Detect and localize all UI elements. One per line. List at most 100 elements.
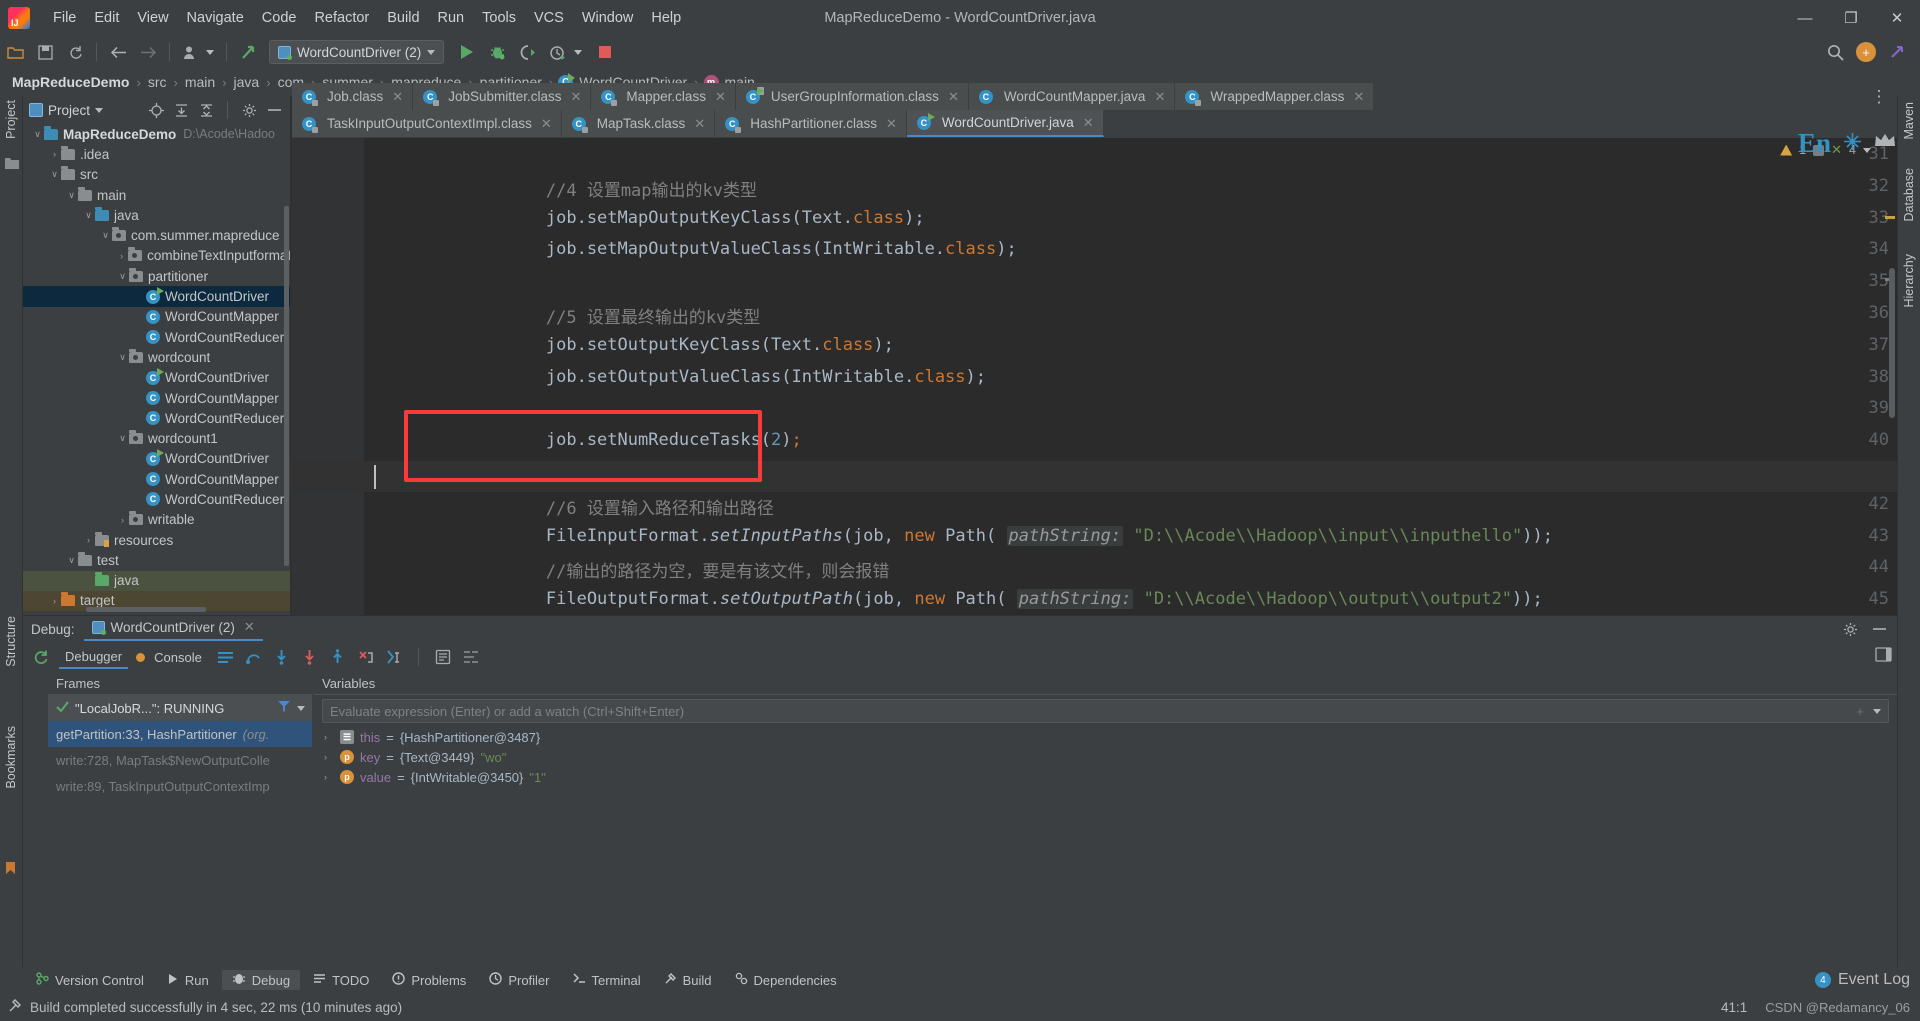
step-into-icon[interactable] — [272, 647, 292, 667]
menu-view[interactable]: View — [128, 7, 177, 29]
menu-navigate[interactable]: Navigate — [178, 7, 253, 29]
editor-tab-maptask-class[interactable]: C MapTask.class ✕ — [561, 110, 716, 137]
menu-refactor[interactable]: Refactor — [305, 7, 378, 29]
evaluate-icon[interactable] — [433, 647, 453, 667]
expand-arrow-icon[interactable]: ∨ — [116, 433, 129, 444]
code-line[interactable]: //4 设置map输出的kv类型 — [464, 176, 757, 201]
menu-file[interactable]: File — [44, 7, 85, 29]
editor-tab-mapper-class[interactable]: C Mapper.class ✕ — [591, 83, 736, 110]
force-step-into-icon[interactable] — [300, 647, 320, 667]
rail-bookmark-icon[interactable] — [5, 861, 19, 875]
tree-item-wordcountreducer[interactable]: C WordCountReducer — [23, 489, 290, 509]
breadcrumb-item-1[interactable]: src — [146, 74, 169, 90]
tree-item-java[interactable]: java — [23, 570, 290, 591]
open-folder-icon[interactable] — [2, 39, 28, 65]
code-line[interactable]: //5 设置最终输出的kv类型 — [464, 303, 760, 328]
editor-tab-jobsubmitter-class[interactable]: C JobSubmitter.class ✕ — [413, 83, 592, 110]
back-arrow-icon[interactable] — [105, 39, 131, 65]
run-button[interactable] — [454, 39, 480, 65]
step-over-icon[interactable] — [244, 647, 264, 667]
gear-icon[interactable] — [1840, 619, 1860, 639]
frame-row[interactable]: write:89, TaskInputOutputContextImp — [48, 773, 312, 799]
crown-icon[interactable] — [1874, 132, 1896, 155]
tree-item-test[interactable]: ∨ test — [23, 550, 290, 570]
coverage-button[interactable] — [514, 39, 540, 65]
run-to-cursor-icon[interactable] — [384, 647, 404, 667]
expand-arrow-icon[interactable]: › — [48, 149, 61, 159]
profiler-button[interactable] — [544, 39, 570, 65]
menu-help[interactable]: Help — [642, 7, 690, 29]
rail-maven-label[interactable]: Maven — [1902, 102, 1916, 140]
expand-arrow-icon[interactable]: ∨ — [48, 169, 61, 180]
profile-dropdown-icon[interactable] — [206, 49, 214, 55]
expand-arrow-icon[interactable]: ∨ — [65, 190, 78, 201]
editor-tab-wrappedmapper-class[interactable]: C WrappedMapper.class ✕ — [1175, 83, 1375, 110]
editor-tab-taskinputoutputcontextimpl-class[interactable]: C TaskInputOutputContextImpl.class ✕ — [292, 110, 562, 137]
variable-row[interactable]: › p key = {Text@3449} "wo" — [314, 747, 1897, 767]
tree-item-wordcountmapper[interactable]: C WordCountMapper — [23, 469, 290, 489]
profiler-dropdown-icon[interactable] — [574, 49, 583, 55]
project-tree[interactable]: ∨ MapReduceDemo D:\Acode\Hadoo › .idea ∨ src ∨ m… — [23, 124, 290, 615]
input-language-badge[interactable]: En — [1798, 128, 1831, 159]
rail-hierarchy-label[interactable]: Hierarchy — [1902, 254, 1916, 308]
variables-body[interactable]: Evaluate expression (Enter) or add a wat… — [314, 694, 1897, 790]
minimize-button[interactable]: — — [1782, 0, 1828, 36]
expand-all-icon[interactable] — [171, 100, 191, 120]
chevron-down-icon[interactable] — [297, 705, 305, 711]
editor-scrollbar[interactable] — [1889, 268, 1895, 418]
frames-body[interactable]: "LocalJobR...": RUNNING getPartition:33,… — [48, 694, 312, 794]
tree-item-writable[interactable]: › writable — [23, 510, 290, 530]
toolwindow-build[interactable]: Build — [654, 970, 722, 990]
toolwindow-terminal[interactable]: Terminal — [563, 970, 651, 990]
close-icon[interactable]: ✕ — [541, 116, 552, 132]
toolwindow-version-control[interactable]: Version Control — [26, 970, 154, 990]
toolwindow-profiler[interactable]: Profiler — [479, 970, 559, 990]
close-icon[interactable]: ✕ — [1154, 89, 1165, 105]
save-icon[interactable] — [32, 39, 58, 65]
editor-tab-usergroupinformation-class[interactable]: C UserGroupInformation.class ✕ — [735, 83, 969, 110]
variable-row[interactable]: › ☰ this = {HashPartitioner@3487} — [314, 727, 1897, 747]
code-editor[interactable]: 313233343536373839404142434445 //4 设置map… — [292, 138, 1897, 615]
expand-arrow-icon[interactable]: ∨ — [116, 271, 129, 282]
toolwindow-run[interactable]: Run — [157, 971, 219, 990]
layout-settings-icon[interactable] — [461, 647, 481, 667]
code-line[interactable]: job.setOutputKeyClass(Text.class); — [464, 335, 894, 355]
tree-item-java[interactable]: ∨ java — [23, 205, 290, 225]
notifications-icon[interactable]: + — [1856, 42, 1876, 62]
expand-arrow-icon[interactable]: › — [324, 732, 334, 742]
add-icon[interactable]: + — [1856, 704, 1864, 719]
gear-icon[interactable] — [239, 100, 259, 120]
collapse-all-icon[interactable] — [196, 100, 216, 120]
editor-tab-job-class[interactable]: C Job.class ✕ — [292, 83, 414, 110]
expand-arrow-icon[interactable]: ∨ — [31, 129, 44, 140]
close-button[interactable]: ✕ — [1874, 0, 1920, 36]
close-icon[interactable]: ✕ — [1083, 115, 1094, 131]
expand-arrow-icon[interactable]: › — [324, 752, 334, 762]
tree-item-main[interactable]: ∨ main — [23, 185, 290, 205]
update-icon[interactable] — [235, 39, 261, 65]
close-icon[interactable]: ✕ — [715, 89, 726, 105]
caret-position[interactable]: 41:1 — [1721, 1000, 1747, 1015]
tree-item-com-summer-mapreduce[interactable]: ∨ com.summer.mapreduce — [23, 225, 290, 245]
editor-tab-hashpartitioner-class[interactable]: C HashPartitioner.class ✕ — [715, 110, 907, 137]
editor-tab-wordcountdriver-java[interactable]: C WordCountDriver.java ✕ — [906, 110, 1104, 137]
close-icon[interactable]: ✕ — [244, 619, 255, 635]
tree-item-wordcountdriver[interactable]: C WordCountDriver — [23, 286, 290, 307]
project-tree-hscrollbar[interactable] — [86, 607, 206, 612]
tree-item-wordcountmapper[interactable]: C WordCountMapper — [23, 388, 290, 408]
run-configuration-selector[interactable]: WordCountDriver (2) — [269, 40, 445, 64]
toolwindow-dependencies[interactable]: Dependencies — [725, 970, 847, 990]
toolwindow-problems[interactable]: Problems — [382, 970, 476, 990]
user-profile-icon[interactable] — [178, 39, 204, 65]
sync-icon[interactable] — [62, 39, 88, 65]
chevron-down-icon[interactable] — [1873, 708, 1881, 714]
locate-icon[interactable] — [146, 100, 166, 120]
tree-item--idea[interactable]: › .idea — [23, 144, 290, 164]
chevron-down-icon[interactable] — [95, 107, 104, 113]
close-icon[interactable]: ✕ — [694, 116, 705, 132]
evaluate-expression-input[interactable]: Evaluate expression (Enter) or add a wat… — [322, 699, 1889, 723]
frame-row[interactable]: write:728, MapTask$NewOutputColle — [48, 747, 312, 773]
rerun-icon[interactable] — [31, 647, 51, 667]
menu-build[interactable]: Build — [378, 7, 428, 29]
rail-folder-icon[interactable] — [5, 156, 19, 170]
